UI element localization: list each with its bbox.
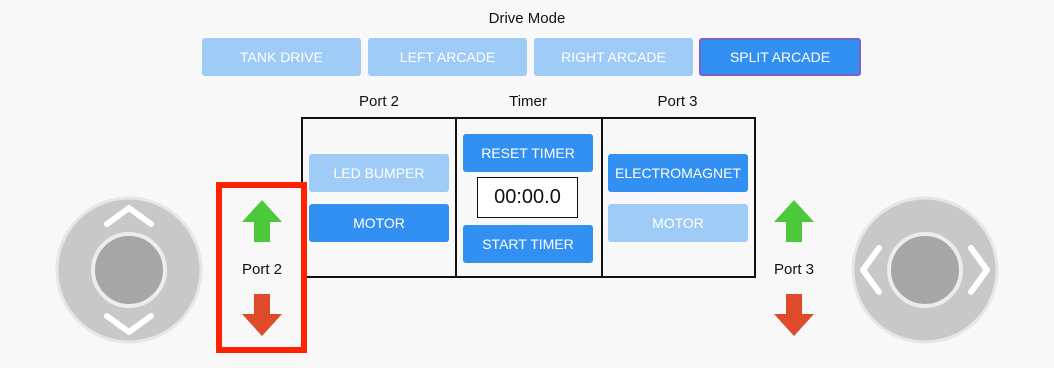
tank-drive-button[interactable]: TANK DRIVE <box>202 38 361 76</box>
selection-highlight <box>216 182 307 353</box>
port3-side-label: Port 3 <box>773 261 815 278</box>
right-arcade-button[interactable]: RIGHT ARCADE <box>534 38 693 76</box>
port2-motor-button[interactable]: MOTOR <box>309 204 449 242</box>
reset-timer-button[interactable]: RESET TIMER <box>463 134 593 172</box>
right-joystick-knob <box>887 232 963 308</box>
timer-header: Timer <box>509 93 547 110</box>
down-arrow-icon <box>774 294 814 336</box>
led-bumper-button[interactable]: LED BUMPER <box>309 154 449 192</box>
electromagnet-button[interactable]: ELECTROMAGNET <box>608 154 748 192</box>
port3-header: Port 3 <box>657 93 698 110</box>
port3-up-button[interactable] <box>772 198 816 244</box>
timer-display: 00:00.0 <box>477 177 578 218</box>
left-arcade-button[interactable]: LEFT ARCADE <box>368 38 527 76</box>
left-joystick[interactable] <box>55 196 203 344</box>
split-arcade-button[interactable]: SPLIT ARCADE <box>699 38 861 76</box>
port2-header: Port 2 <box>358 93 400 110</box>
up-arrow-icon <box>774 200 814 242</box>
port2-panel <box>301 117 457 278</box>
drive-mode-title: Drive Mode <box>488 10 566 27</box>
port3-motor-button[interactable]: MOTOR <box>608 204 748 242</box>
left-joystick-knob <box>91 232 167 308</box>
right-joystick[interactable] <box>851 196 999 344</box>
port3-down-button[interactable] <box>772 292 816 338</box>
start-timer-button[interactable]: START TIMER <box>463 225 593 263</box>
port3-panel <box>601 117 756 278</box>
